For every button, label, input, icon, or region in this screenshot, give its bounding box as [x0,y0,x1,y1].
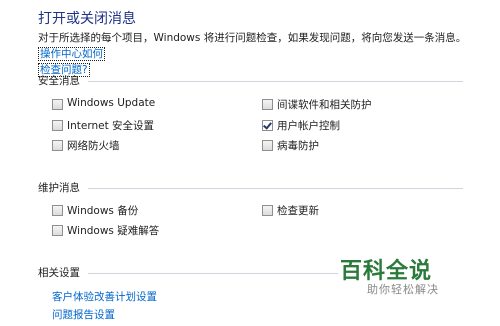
checkbox[interactable] [52,99,63,110]
security-separator [88,81,463,82]
page-description: 对于所选择的每个项目，Windows 将进行问题检查，如果发现问题，将向您发送一… [38,30,478,78]
checkbox[interactable] [52,140,63,151]
maintenance-heading: 维护消息 [38,182,80,194]
checkbox[interactable] [262,205,273,216]
option-label: Internet 安全设置 [67,120,155,132]
option-label: 病毒防护 [277,140,319,152]
link-problem-reporting-settings[interactable]: 问题报告设置 [52,307,115,322]
help-link[interactable]: 操作中心如何 [38,47,105,61]
maintenance-separator [88,188,463,189]
related-heading: 相关设置 [38,267,80,279]
option-label: Windows Update [67,97,156,109]
checkbox-checked[interactable] [262,120,273,131]
page-title: 打开或关闭消息 [38,11,136,27]
option-label: 网络防火墙 [67,140,120,152]
description-text: 对于所选择的每个项目，Windows 将进行问题检查，如果发现问题，将向您发送一… [38,32,467,44]
checkbox[interactable] [262,140,273,151]
checkbox[interactable] [52,205,63,216]
related-separator [88,273,338,274]
option-label: Windows 疑难解答 [67,225,160,237]
link-ceip-settings[interactable]: 客户体验改善计划设置 [52,289,157,304]
watermark-tagline: 助你轻松解决 [367,283,439,296]
option-label: Windows 备份 [67,205,139,217]
option-label: 检查更新 [277,205,319,217]
option-label: 间谍软件和相关防护 [277,99,372,111]
checkbox[interactable] [262,99,273,110]
option-label: 用户帐户控制 [277,120,340,132]
checkbox[interactable] [52,120,63,131]
checkbox[interactable] [52,225,63,236]
security-heading: 安全消息 [38,75,80,87]
